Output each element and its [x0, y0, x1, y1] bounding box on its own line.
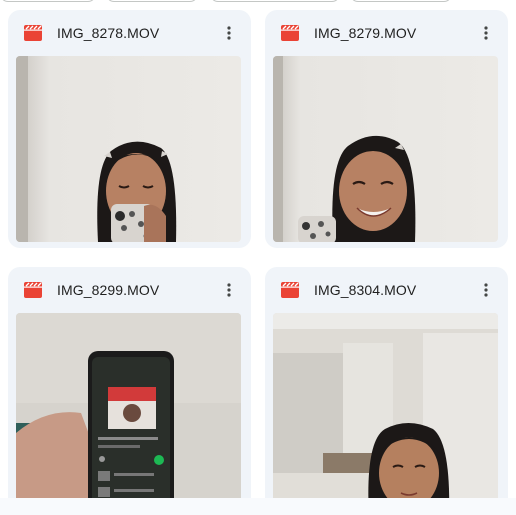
video-file-icon [24, 282, 42, 298]
file-card-header: IMG_8299.MOV [8, 267, 251, 313]
file-name: IMG_8278.MOV [57, 25, 160, 41]
more-vert-icon [484, 283, 488, 297]
more-options-button[interactable] [217, 278, 241, 302]
file-name: IMG_8279.MOV [314, 25, 417, 41]
file-card-header: IMG_8279.MOV [265, 10, 508, 56]
filter-chip[interactable] [106, 0, 198, 2]
file-card[interactable]: IMG_8279.MOV [265, 10, 508, 248]
filter-chip[interactable] [210, 0, 340, 2]
file-name: IMG_8299.MOV [57, 282, 160, 298]
file-card-header: IMG_8278.MOV [8, 10, 251, 56]
more-vert-icon [484, 26, 488, 40]
video-thumbnail[interactable] [16, 313, 241, 515]
video-thumbnail[interactable] [16, 56, 241, 242]
filter-chip[interactable] [0, 0, 96, 2]
more-options-button[interactable] [474, 278, 498, 302]
more-vert-icon [227, 283, 231, 297]
more-options-button[interactable] [474, 21, 498, 45]
file-name: IMG_8304.MOV [314, 282, 417, 298]
file-card-header: IMG_8304.MOV [265, 267, 508, 313]
file-card[interactable]: IMG_8278.MOV [8, 10, 251, 248]
filter-chip-row [0, 0, 516, 2]
video-file-icon [24, 25, 42, 41]
file-card[interactable]: IMG_8299.MOV [8, 267, 251, 515]
video-file-icon [281, 282, 299, 298]
more-vert-icon [227, 26, 231, 40]
bottom-bar [0, 498, 516, 515]
video-thumbnail[interactable] [273, 56, 498, 242]
video-file-icon [281, 25, 299, 41]
file-card[interactable]: IMG_8304.MOV [265, 267, 508, 515]
more-options-button[interactable] [217, 21, 241, 45]
video-thumbnail[interactable] [273, 313, 498, 515]
filter-chip[interactable] [350, 0, 452, 2]
